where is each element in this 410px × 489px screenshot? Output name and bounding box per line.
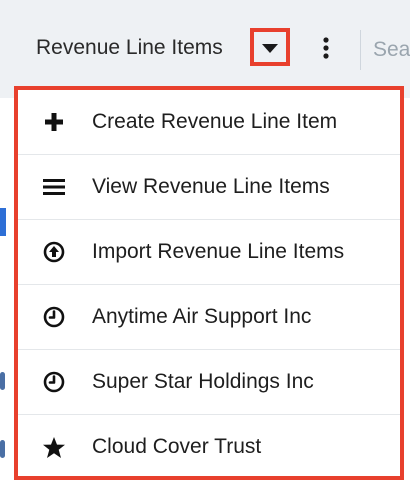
menu-item[interactable]: Import Revenue Line Items bbox=[18, 220, 400, 285]
background-page-edge bbox=[0, 440, 6, 460]
background-page-edge bbox=[0, 200, 6, 240]
menu-item[interactable]: View Revenue Line Items bbox=[18, 155, 400, 220]
module-dropdown-toggle[interactable] bbox=[250, 28, 290, 66]
search-input[interactable]: Sea bbox=[360, 30, 410, 70]
module-tab-label[interactable]: Revenue Line Items bbox=[36, 30, 223, 66]
menu-item[interactable]: Super Star Holdings Inc bbox=[18, 350, 400, 415]
menu-item-label: Anytime Air Support Inc bbox=[92, 305, 312, 328]
caret-down-icon bbox=[262, 44, 278, 53]
search-placeholder: Sea bbox=[373, 38, 410, 61]
kebab-vertical-icon bbox=[323, 37, 329, 59]
menu-item-label: Super Star Holdings Inc bbox=[92, 370, 314, 393]
module-header-bar: Revenue Line Items Sea bbox=[0, 0, 410, 98]
menu-item-label: Cloud Cover Trust bbox=[92, 435, 262, 458]
menu-item-label: View Revenue Line Items bbox=[92, 175, 330, 198]
menu-item[interactable]: Anytime Air Support Inc bbox=[18, 285, 400, 350]
menu-item[interactable]: Cloud Cover Trust bbox=[18, 415, 400, 480]
star-icon bbox=[42, 435, 66, 459]
module-actions-menu: Create Revenue Line Item View Revenue Lin… bbox=[14, 86, 404, 480]
menu-item-label: Import Revenue Line Items bbox=[92, 240, 345, 263]
menu-item-label: Create Revenue Line Item bbox=[92, 110, 338, 133]
plus-icon bbox=[42, 110, 66, 134]
clock-icon bbox=[42, 370, 66, 394]
menu-item[interactable]: Create Revenue Line Item bbox=[18, 90, 400, 155]
more-actions-button[interactable] bbox=[318, 33, 334, 63]
background-page-edge bbox=[0, 372, 6, 392]
clock-icon bbox=[42, 305, 66, 329]
list-icon bbox=[42, 175, 66, 199]
import-icon bbox=[42, 240, 66, 264]
